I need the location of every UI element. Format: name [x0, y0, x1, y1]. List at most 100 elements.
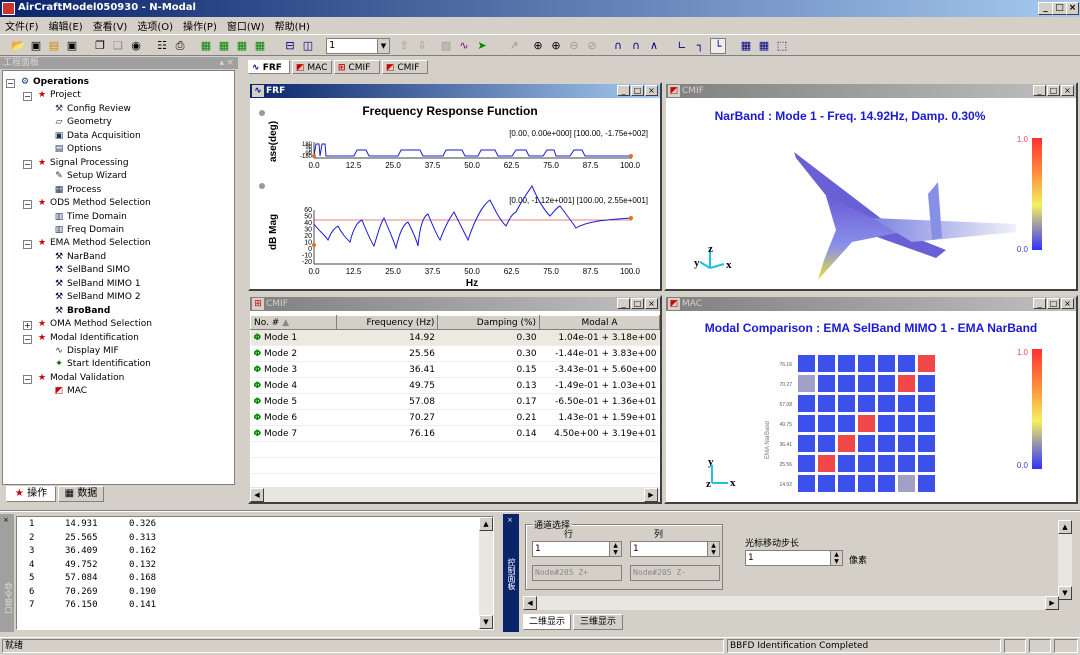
arrow-up-icon[interactable]: ⇧ — [396, 38, 412, 54]
pointer-icon[interactable]: ➤ — [474, 38, 490, 54]
panel-close-icon[interactable]: × — [226, 57, 234, 69]
mac-window-titlebar[interactable]: ◩ MAC _ □ × — [666, 297, 1076, 311]
tab-cmif-2[interactable]: ◩ CMIF — [382, 60, 428, 74]
control-scroll-up-icon[interactable]: ▲ — [1058, 520, 1072, 534]
table-row[interactable]: Φ Mode 1 14.92 0.30 1.04e-01 + 3.18e+00 — [250, 329, 660, 346]
restore-button[interactable]: □ — [1052, 2, 1067, 15]
mac-cell[interactable] — [858, 355, 875, 372]
mac-close-button[interactable]: × — [1061, 298, 1074, 309]
mag-left-cursor-marker[interactable] — [312, 243, 316, 247]
control-scroll-left-icon[interactable]: ◀ — [523, 596, 537, 610]
mac-cell[interactable] — [878, 415, 895, 432]
frf-window-titlebar[interactable]: ∿ FRF _ □ × — [250, 84, 660, 98]
mac-cell[interactable] — [898, 355, 915, 372]
mac-cell[interactable] — [918, 375, 935, 392]
layout-4-icon[interactable]: ▦ — [252, 38, 268, 54]
tab-operation[interactable]: ★ 操作 — [6, 486, 56, 502]
save-all-icon[interactable]: ▣ — [64, 38, 80, 54]
mac-cell[interactable] — [918, 395, 935, 412]
channel-combo[interactable]: 1 ▼ — [326, 38, 390, 54]
row-spinner[interactable]: 1 ▲ ▼ — [532, 541, 622, 557]
column-header-no[interactable]: No. # ▲ — [250, 315, 337, 330]
peak-pick-icon[interactable]: ∩ — [610, 38, 626, 54]
tree-item[interactable]: ▥ Freq Domain — [53, 225, 124, 235]
mac-cell[interactable] — [818, 415, 835, 432]
tab-3d-display[interactable]: 三维显示 — [573, 614, 623, 630]
arrow-down-icon[interactable]: ⇩ — [414, 38, 430, 54]
tree-item[interactable]: ⚒ Config Review — [53, 104, 131, 114]
close-button[interactable]: × — [1066, 2, 1079, 15]
copy-icon[interactable]: ❐ — [92, 38, 108, 54]
mac-cell[interactable] — [858, 375, 875, 392]
tab-mac[interactable]: ◩ MAC — [292, 60, 332, 74]
phase-right-cursor-marker[interactable] — [629, 154, 633, 158]
table-row[interactable]: Φ Mode 5 57.08 0.17 -6.50e-01 + 1.36e+01 — [250, 393, 660, 410]
tree-item[interactable]: ★ Modal Identification — [36, 333, 139, 343]
cmif-table-maximize-button[interactable]: □ — [631, 298, 644, 309]
splitter[interactable] — [0, 510, 1080, 512]
layout-2-icon[interactable]: ▦ — [216, 38, 232, 54]
mac-cell[interactable] — [818, 395, 835, 412]
grid-icon[interactable]: ▦ — [756, 38, 772, 54]
frf-minimize-button[interactable]: _ — [617, 85, 630, 96]
mac-cell[interactable] — [898, 395, 915, 412]
tree-expander[interactable]: + — [23, 321, 32, 331]
mac-cell[interactable] — [818, 375, 835, 392]
output-scroll-up-icon[interactable]: ▲ — [479, 517, 493, 531]
select-frame-icon[interactable]: ⬚ — [774, 38, 790, 54]
cmif-table-window-titlebar[interactable]: ⊞ CMIF _ □ × — [250, 297, 660, 311]
tree-expander[interactable]: − — [6, 79, 15, 88]
frf-maximize-button[interactable]: □ — [631, 85, 644, 96]
tree-expander[interactable]: − — [23, 334, 32, 344]
row-spinner-arrows-icon[interactable]: ▲ ▼ — [609, 542, 621, 556]
mac-cell[interactable] — [838, 475, 855, 492]
mac-maximize-button[interactable]: □ — [1047, 298, 1060, 309]
table-row[interactable]: Φ Mode 7 76.16 0.14 4.50e+00 + 3.19e+01 — [250, 425, 660, 442]
layout-1-icon[interactable]: ▦ — [198, 38, 214, 54]
phase-toggle-icon[interactable] — [259, 110, 265, 116]
tab-data[interactable]: ▦ 数据 — [58, 486, 104, 502]
table-row[interactable]: Φ Mode 3 36.41 0.15 -3.43e-01 + 5.60e+00 — [250, 361, 660, 378]
split-vertical-icon[interactable]: ◫ — [300, 38, 316, 54]
zoom-fit-icon[interactable]: ⊘ — [584, 38, 600, 54]
mac-cell[interactable] — [918, 415, 935, 432]
menu-options[interactable]: 选项(O) — [132, 17, 178, 34]
mac-cell[interactable] — [838, 395, 855, 412]
project-tree[interactable]: − ⚙ Operations − ★ Project ⚒ Config Review ▱ Geom… — [2, 70, 235, 485]
control-scroll-right-icon[interactable]: ▶ — [1045, 596, 1059, 610]
table-row[interactable]: Φ Mode 6 70.27 0.21 1.43e-01 + 1.59e+01 — [250, 409, 660, 426]
mac-cell[interactable] — [798, 455, 815, 472]
mag-toggle-icon[interactable] — [259, 183, 265, 189]
mac-cell[interactable] — [918, 475, 935, 492]
tree-item[interactable]: ▣ Data Acquisition — [53, 131, 141, 141]
col-spinner-arrows-icon[interactable]: ▲ ▼ — [707, 542, 719, 556]
menu-help[interactable]: 帮助(H) — [270, 17, 315, 34]
cmif-3d-maximize-button[interactable]: □ — [1047, 85, 1060, 96]
menu-edit[interactable]: 编辑(E) — [44, 17, 88, 34]
output-vscrollbar[interactable]: ▲ ▼ — [479, 517, 493, 629]
column-header-damping[interactable]: Damping (%) — [437, 315, 541, 330]
menu-file[interactable]: 文件(F) — [0, 17, 44, 34]
layout-3-icon[interactable]: ▦ — [234, 38, 250, 54]
mac-cell[interactable] — [918, 455, 935, 472]
control-hscrollbar[interactable]: ◀ ▶ — [523, 596, 1059, 610]
peak-pick-3-icon[interactable]: ∧ — [646, 38, 662, 54]
mac-cell[interactable] — [898, 375, 915, 392]
tab-frf[interactable]: ∿ FRF — [248, 60, 290, 74]
control-scroll-down-icon[interactable]: ▼ — [1058, 586, 1072, 600]
tree-expander[interactable]: − — [23, 240, 32, 250]
tree-item[interactable]: ★ Modal Validation — [36, 373, 124, 383]
table-icon[interactable]: ▦ — [738, 38, 754, 54]
zoom-in-icon[interactable]: ⊕ — [548, 38, 564, 54]
mac-cell[interactable] — [798, 375, 815, 392]
print-icon[interactable]: ⎙ — [172, 38, 188, 54]
axis-grid-icon[interactable]: ┐ — [692, 38, 708, 54]
tree-item[interactable]: ▤ Options — [53, 144, 102, 154]
tree-item[interactable]: ★ OMA Method Selection — [36, 319, 152, 329]
control-vscrollbar[interactable]: ▲ ▼ — [1058, 520, 1072, 600]
mag-right-cursor-marker[interactable] — [629, 216, 633, 220]
mac-cell[interactable] — [858, 455, 875, 472]
tree-item[interactable]: ✦ Start Identification — [53, 359, 151, 369]
mac-cell[interactable] — [918, 435, 935, 452]
zoom-icon[interactable]: ⊕ — [530, 38, 546, 54]
